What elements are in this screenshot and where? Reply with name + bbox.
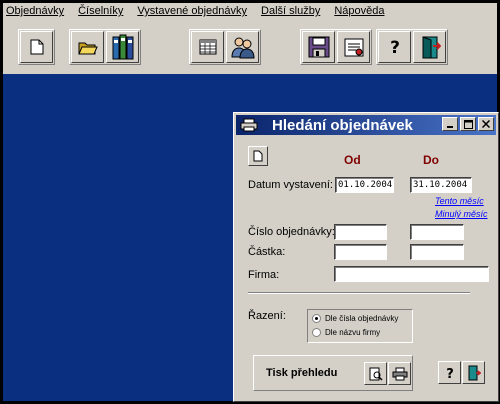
date-from-field[interactable]: 01.10.2004 (335, 177, 394, 193)
toolbar-group-lists (189, 29, 261, 65)
sort-by-company-label: Dle názvu firmy (325, 328, 381, 337)
amount-to-field[interactable] (410, 244, 464, 260)
date-to-field[interactable]: 31.10.2004 (410, 177, 472, 193)
radio-unchecked-icon (312, 328, 321, 337)
minimize-button[interactable] (442, 117, 458, 131)
menu-vystavene-objednavky[interactable]: Vystavené objednávky (137, 5, 247, 17)
sort-by-company-radio[interactable]: Dle názvu firmy (312, 328, 380, 337)
certificate-button[interactable] (337, 31, 370, 63)
window-controls (442, 117, 494, 131)
help-button[interactable]: ? (378, 31, 411, 63)
svg-text:?: ? (446, 367, 454, 380)
menu-bar: Objednávky Číselníky Vystavené objednávk… (3, 3, 497, 19)
menu-objednavky[interactable]: Objednávky (6, 5, 64, 17)
order-number-to-field[interactable] (410, 224, 464, 240)
search-orders-dialog: Hledání objednávek Od Do Datum vystavení… (233, 112, 499, 402)
close-icon (482, 120, 490, 128)
dialog-title: Hledání objednávek (272, 116, 413, 134)
amount-label: Částka: (248, 246, 286, 258)
toolbar-group-file (18, 29, 55, 65)
dialog-exit-button[interactable] (462, 361, 485, 384)
new-document-icon (253, 150, 263, 162)
sort-radio-group: Dle čísla objednávky Dle názvu firmy (307, 309, 413, 343)
help-icon: ? (446, 367, 454, 380)
certificate-icon (344, 38, 363, 57)
exit-door-icon (468, 365, 481, 380)
open-folder-button[interactable] (71, 31, 104, 63)
open-folder-icon (77, 42, 98, 55)
grid-table-button[interactable] (191, 31, 224, 63)
column-header-to: Do (423, 153, 439, 167)
close-button[interactable] (478, 117, 494, 131)
separator (248, 292, 470, 294)
print-overview-label: Tisk přehledu (266, 367, 338, 379)
binders-button[interactable] (106, 31, 139, 63)
print-overview-panel: Tisk přehledu (253, 355, 413, 391)
menu-dalsi-sluzby[interactable]: Další služby (261, 5, 320, 17)
sort-by-order-number-label: Dle čísla objednávky (325, 314, 399, 323)
last-month-link[interactable]: Minulý měsíc (435, 209, 488, 219)
binders-icon (112, 34, 133, 60)
company-label: Firma: (248, 269, 280, 281)
order-number-from-field[interactable] (334, 224, 387, 240)
dialog-help-button[interactable]: ? (438, 361, 461, 384)
toolbar-group-save (300, 29, 372, 65)
save-disk-icon (308, 36, 329, 58)
save-disk-button[interactable] (302, 31, 335, 63)
this-month-link[interactable]: Tento měsíc (435, 196, 484, 206)
menu-ciselniky[interactable]: Číselníky (78, 5, 123, 17)
amount-from-field[interactable] (334, 244, 387, 260)
maximize-button[interactable] (460, 117, 476, 131)
radio-checked-icon (312, 314, 321, 323)
toolbar-group-records (69, 29, 141, 65)
toolbar-group-help: ? (376, 29, 448, 65)
column-header-from: Od (344, 153, 361, 167)
new-search-button[interactable] (248, 146, 268, 166)
exit-door-icon (422, 36, 441, 59)
main-toolbar: ? (3, 19, 497, 74)
print-preview-button[interactable] (364, 362, 387, 385)
print-button[interactable] (388, 362, 411, 385)
order-number-label: Číslo objednávky: (248, 226, 335, 238)
new-document-icon (30, 39, 43, 55)
new-document-button[interactable] (20, 31, 53, 63)
print-preview-icon (369, 367, 383, 381)
maximize-icon (463, 119, 473, 129)
people-button[interactable] (226, 31, 259, 63)
application-window: Objednávky Číselníky Vystavené objednávk… (3, 3, 499, 402)
printer-icon (238, 116, 260, 134)
help-icon: ? (390, 38, 400, 57)
sort-label: Řazení: (248, 310, 286, 322)
company-field[interactable] (334, 266, 489, 282)
dialog-titlebar[interactable]: Hledání objednávek (236, 115, 496, 135)
grid-table-icon (199, 39, 216, 55)
printer-icon (392, 367, 407, 380)
people-icon (230, 37, 255, 59)
menu-napoveda[interactable]: Nápověda (334, 5, 384, 17)
date-label: Datum vystavení: (248, 179, 333, 191)
svg-text:?: ? (390, 38, 400, 57)
sort-by-order-number-radio[interactable]: Dle čísla objednávky (312, 314, 398, 323)
exit-door-button[interactable] (413, 31, 446, 63)
minimize-icon (447, 126, 453, 128)
